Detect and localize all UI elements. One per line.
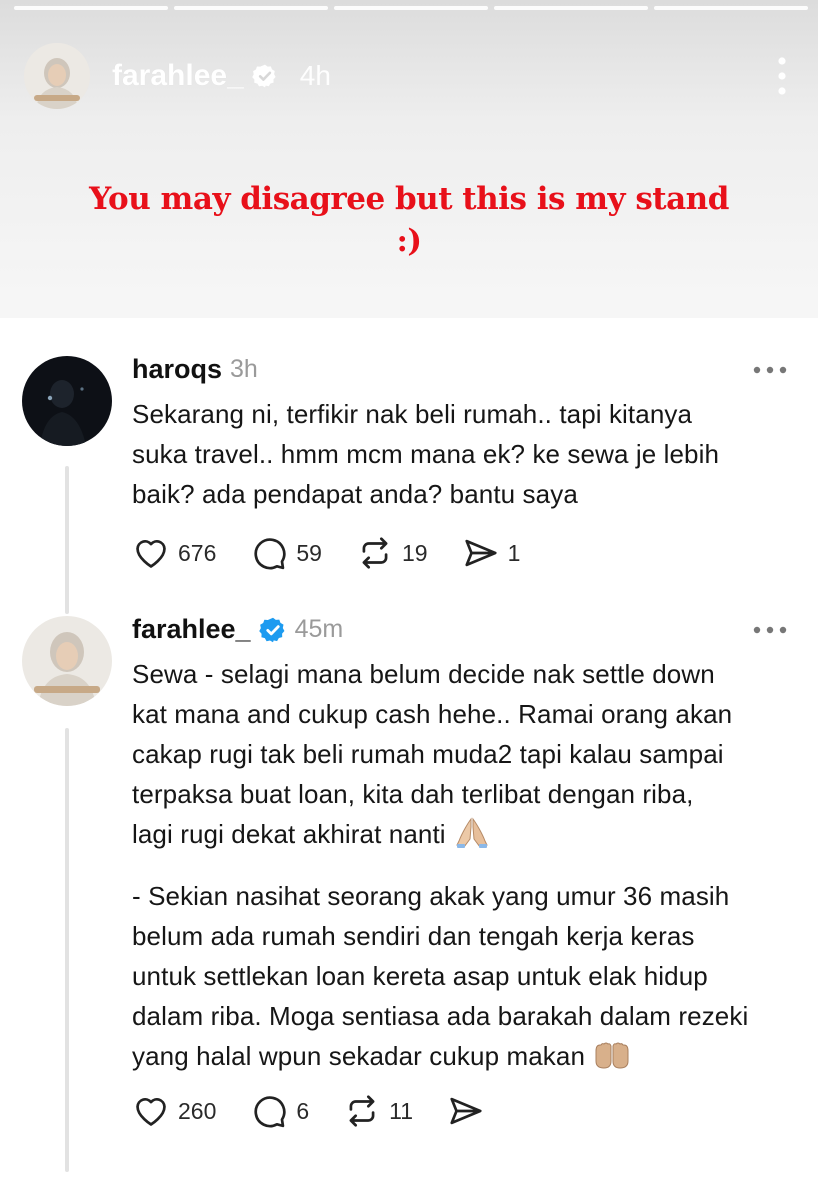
repost-icon bbox=[362, 537, 388, 569]
like-button[interactable]: 676 bbox=[132, 534, 216, 572]
post-header: haroqs 3h bbox=[132, 354, 258, 385]
text-line: yang halal wpun sekadar cukup makan bbox=[132, 1036, 802, 1076]
text-line: terpaksa buat loan, kita dah terlibat de… bbox=[132, 779, 694, 809]
post-text: Sewa - selagi mana belum decide nak sett… bbox=[132, 654, 802, 1076]
thread-connector-line bbox=[65, 466, 69, 614]
story-progress-segment bbox=[14, 6, 168, 10]
post-header: farahlee_ 45m bbox=[132, 614, 343, 645]
verified-badge-icon bbox=[258, 617, 285, 642]
story-progress-segment bbox=[334, 6, 488, 10]
heart-icon bbox=[136, 1098, 166, 1126]
comment-icon bbox=[254, 1096, 286, 1128]
text-line: untuk settlekan loan kereta asap untuk e… bbox=[132, 961, 708, 991]
comment-icon bbox=[254, 538, 286, 570]
repost-count: 11 bbox=[389, 1097, 414, 1124]
text-line: kat mana and cukup cash hehe.. Ramai ora… bbox=[132, 699, 733, 729]
reply-button[interactable]: 59 bbox=[250, 534, 322, 572]
caption-line: You may disagree but this is my stand bbox=[89, 181, 729, 217]
username[interactable]: farahlee_ bbox=[132, 614, 251, 645]
text-line-content: lagi rugi dekat akhirat nanti bbox=[132, 819, 446, 849]
thread-card: haroqs 3h Sekarang ni, terfikir nak beli… bbox=[0, 318, 818, 1200]
reply-count: 6 bbox=[296, 1097, 310, 1124]
reply-button[interactable]: 6 bbox=[250, 1092, 309, 1130]
username[interactable]: haroqs bbox=[132, 354, 222, 385]
folded-hands-emoji bbox=[455, 817, 488, 848]
caption-line: :) bbox=[396, 223, 422, 259]
share-count: 1 bbox=[507, 539, 521, 566]
post-actions: 676 59 19 1 bbox=[132, 531, 554, 575]
text-line: baik? ada pendapat anda? bantu saya bbox=[132, 479, 578, 509]
reply-count: 59 bbox=[296, 539, 322, 566]
text-line: dalam riba. Moga sentiasa ada barakah da… bbox=[132, 1001, 749, 1031]
repost-count: 19 bbox=[401, 539, 428, 566]
text-line-content: yang halal wpun sekadar cukup makan bbox=[132, 1041, 586, 1071]
text-line: suka travel.. hmm mcm mana ek? ke sewa j… bbox=[132, 439, 720, 469]
repost-icon bbox=[349, 1095, 375, 1127]
story-progress-segment bbox=[494, 6, 648, 10]
more-options-icon[interactable] bbox=[752, 625, 788, 635]
story-progress-segment bbox=[174, 6, 328, 10]
story-progress-segment bbox=[654, 6, 808, 10]
text-line: Sewa - selagi mana belum decide nak sett… bbox=[132, 659, 715, 689]
timestamp: 45m bbox=[294, 615, 344, 643]
post-actions: 260 6 11 bbox=[132, 1089, 519, 1133]
text-line: lagi rugi dekat akhirat nanti bbox=[132, 814, 802, 854]
repost-button[interactable]: 11 bbox=[343, 1092, 413, 1130]
story-header: farahlee_ 4h bbox=[24, 42, 788, 110]
story-username[interactable]: farahlee_ bbox=[112, 59, 244, 93]
send-icon bbox=[450, 1097, 482, 1125]
share-button[interactable] bbox=[447, 1092, 485, 1130]
timestamp: 3h bbox=[230, 355, 258, 383]
text-line: Sekarang ni, terfikir nak beli rumah.. t… bbox=[132, 399, 693, 429]
avatar[interactable] bbox=[22, 616, 112, 706]
repost-button[interactable]: 19 bbox=[356, 534, 428, 572]
heart-icon bbox=[136, 540, 166, 568]
more-options-icon[interactable] bbox=[752, 365, 788, 375]
text-line: belum ada rumah sendiri dan tengah kerja… bbox=[132, 921, 695, 951]
story-time: 4h bbox=[299, 60, 331, 91]
post-text: Sekarang ni, terfikir nak beli rumah.. t… bbox=[132, 394, 802, 514]
story-caption: You may disagree but this is my stand :) bbox=[0, 178, 818, 262]
story-avatar[interactable] bbox=[24, 43, 90, 109]
like-count: 260 bbox=[178, 1097, 217, 1124]
share-button[interactable]: 1 bbox=[462, 534, 521, 572]
verified-badge-icon bbox=[251, 64, 276, 88]
like-count: 676 bbox=[178, 539, 217, 566]
palms-up-emoji bbox=[595, 1042, 629, 1069]
thread-connector-line bbox=[65, 728, 69, 1172]
like-button[interactable]: 260 bbox=[132, 1092, 216, 1130]
text-line: - Sekian nasihat seorang akak yang umur … bbox=[132, 881, 730, 911]
text-line: cakap rugi tak beli rumah muda2 tapi kal… bbox=[132, 739, 724, 769]
avatar[interactable] bbox=[22, 356, 112, 446]
send-icon bbox=[464, 539, 497, 567]
more-options-icon[interactable] bbox=[776, 56, 788, 96]
story-progress-bars bbox=[14, 6, 808, 28]
